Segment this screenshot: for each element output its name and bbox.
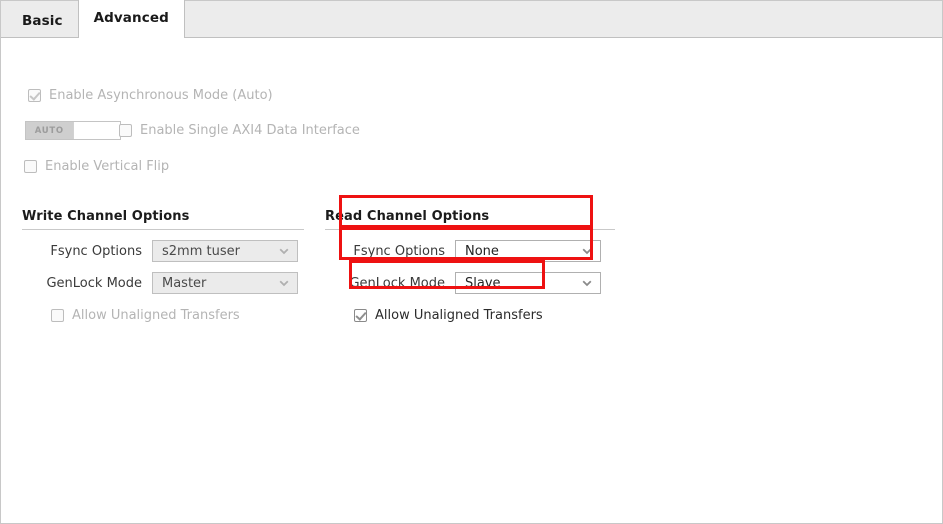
- write-channel-group: Write Channel Options Fsync Options s2mm…: [22, 209, 304, 323]
- enable-vertical-flip-row[interactable]: Enable Vertical Flip: [24, 159, 169, 174]
- tab-basic[interactable]: Basic: [7, 4, 78, 37]
- read-genlock-label: GenLock Mode: [325, 276, 455, 291]
- read-fsync-row: Fsync Options None: [325, 240, 615, 262]
- write-allow-unaligned-row[interactable]: Allow Unaligned Transfers: [51, 308, 333, 323]
- write-channel-divider: [22, 229, 304, 230]
- read-channel-group: Read Channel Options Fsync Options None …: [325, 209, 615, 323]
- write-genlock-label: GenLock Mode: [22, 276, 152, 291]
- write-genlock-value: Master: [162, 276, 206, 291]
- read-allow-unaligned-label: Allow Unaligned Transfers: [375, 308, 543, 323]
- write-channel-title: Write Channel Options: [22, 209, 304, 229]
- read-genlock-select[interactable]: Slave: [455, 272, 601, 294]
- enable-vertical-flip-label: Enable Vertical Flip: [45, 159, 169, 174]
- enable-single-axi4-checkbox[interactable]: [119, 124, 132, 137]
- enable-vertical-flip-checkbox[interactable]: [24, 160, 37, 173]
- write-allow-unaligned-checkbox[interactable]: [51, 309, 64, 322]
- read-fsync-select[interactable]: None: [455, 240, 601, 262]
- tab-advanced[interactable]: Advanced: [78, 0, 185, 38]
- auto-mode-toggle-label: AUTO: [35, 126, 64, 136]
- enable-single-axi4-row[interactable]: Enable Single AXI4 Data Interface: [119, 123, 360, 138]
- write-allow-unaligned-label: Allow Unaligned Transfers: [72, 308, 240, 323]
- write-genlock-select[interactable]: Master: [152, 272, 298, 294]
- chevron-down-icon: [582, 278, 591, 287]
- tab-bar: Basic Advanced: [1, 0, 942, 38]
- auto-mode-toggle[interactable]: AUTO: [25, 121, 121, 140]
- chevron-down-icon: [582, 246, 591, 255]
- advanced-tab-panel: Enable Asynchronous Mode (Auto) AUTO Ena…: [1, 38, 942, 522]
- write-fsync-row: Fsync Options s2mm tuser: [22, 240, 304, 262]
- read-channel-divider: [325, 229, 615, 230]
- enable-async-mode-label: Enable Asynchronous Mode (Auto): [49, 88, 273, 103]
- enable-async-mode-checkbox[interactable]: [28, 89, 41, 102]
- tab-basic-label: Basic: [22, 13, 63, 29]
- chevron-down-icon: [279, 278, 288, 287]
- auto-mode-toggle-off-segment: [73, 122, 121, 139]
- enable-single-axi4-label: Enable Single AXI4 Data Interface: [140, 123, 360, 138]
- enable-async-mode-row[interactable]: Enable Asynchronous Mode (Auto): [28, 88, 273, 103]
- auto-mode-toggle-on-segment: AUTO: [26, 122, 73, 139]
- read-genlock-value: Slave: [465, 276, 501, 291]
- tab-advanced-label: Advanced: [94, 10, 169, 26]
- configuration-window: Basic Advanced Enable Asynchronous Mode …: [0, 0, 943, 524]
- write-genlock-row: GenLock Mode Master: [22, 272, 304, 294]
- write-fsync-select[interactable]: s2mm tuser: [152, 240, 298, 262]
- write-fsync-label: Fsync Options: [22, 244, 152, 259]
- read-genlock-row: GenLock Mode Slave: [325, 272, 615, 294]
- read-fsync-label: Fsync Options: [325, 244, 455, 259]
- write-fsync-value: s2mm tuser: [162, 244, 240, 259]
- read-allow-unaligned-row[interactable]: Allow Unaligned Transfers: [354, 308, 644, 323]
- chevron-down-icon: [279, 246, 288, 255]
- read-allow-unaligned-checkbox[interactable]: [354, 309, 367, 322]
- read-fsync-value: None: [465, 244, 499, 259]
- read-channel-title: Read Channel Options: [325, 209, 615, 229]
